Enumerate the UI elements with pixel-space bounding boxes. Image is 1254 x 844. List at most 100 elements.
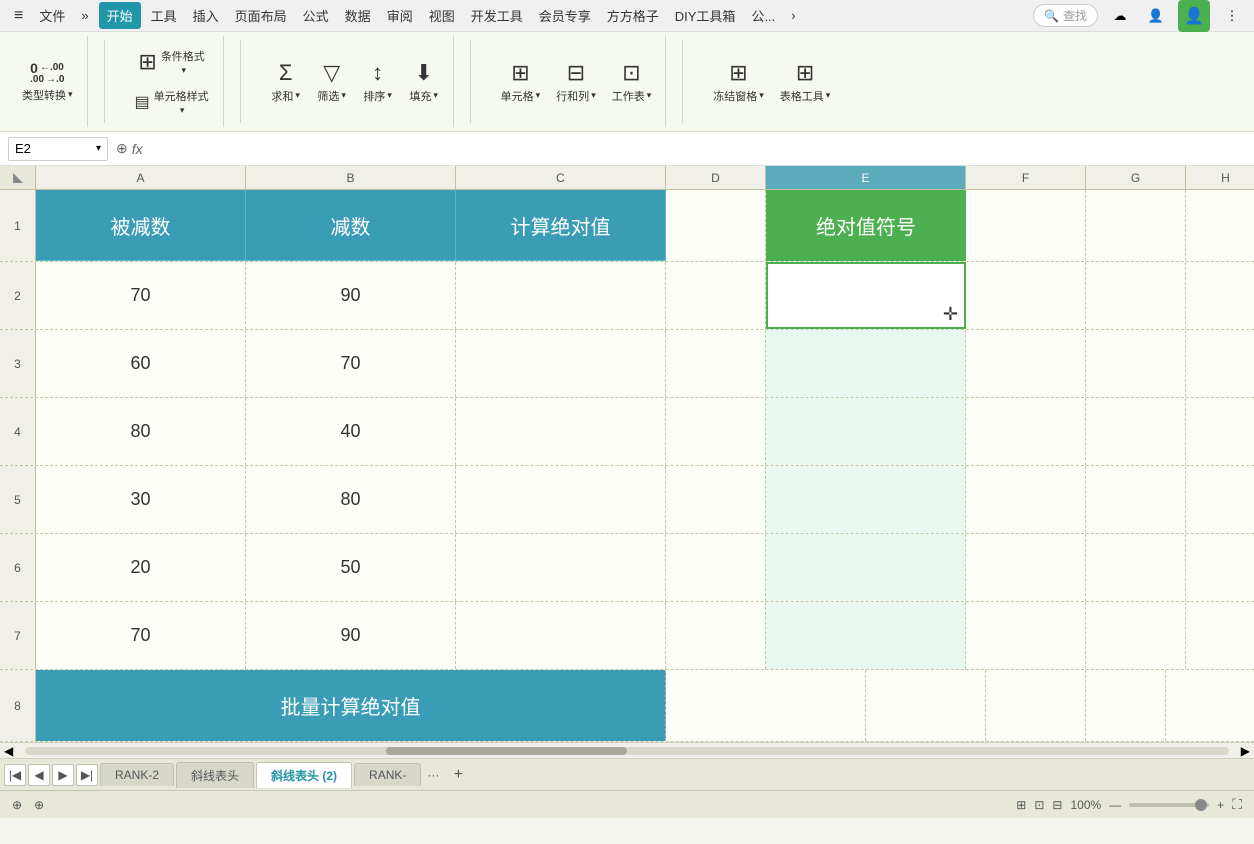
worksheet-btn[interactable]: ⊡ 工作表 ▾ <box>606 56 658 108</box>
cell-g5[interactable] <box>1086 466 1186 533</box>
cell-a6[interactable]: 20 <box>36 534 246 601</box>
cell-d5[interactable] <box>666 466 766 533</box>
cell-b6[interactable]: 50 <box>246 534 456 601</box>
cell-c2[interactable] <box>456 262 666 329</box>
cell-d7[interactable] <box>666 602 766 669</box>
tab-diagonal-header-2[interactable]: 斜线表头 (2) <box>256 762 352 788</box>
cell-e7[interactable] <box>766 602 966 669</box>
row-num-5[interactable]: 5 <box>0 466 36 533</box>
diy-menu[interactable]: DIY工具箱 <box>669 2 742 29</box>
status-page-icon[interactable]: ⊕ <box>12 798 22 812</box>
rowcol-btn[interactable]: ⊟ 行和列 ▾ <box>550 56 602 108</box>
cell-name-box[interactable]: E2 ▾ <box>8 137 108 161</box>
cell-f2[interactable] <box>966 262 1086 329</box>
formula-menu[interactable]: 公式 <box>297 2 335 29</box>
cell-g2[interactable] <box>1086 262 1186 329</box>
fangfangezi-menu[interactable]: 方方格子 <box>601 2 665 29</box>
cell-a8[interactable]: 批量计算绝对值 <box>36 670 666 741</box>
row-num-8[interactable]: 8 <box>0 670 36 741</box>
cell-f1[interactable] <box>966 190 1086 261</box>
add-sheet-btn[interactable]: + <box>447 764 469 786</box>
cell-a2[interactable]: 70 <box>36 262 246 329</box>
cell-g6[interactable] <box>1086 534 1186 601</box>
horizontal-scrollbar[interactable]: ◀ ▶ <box>0 742 1254 758</box>
row-num-1[interactable]: 1 <box>0 190 36 261</box>
vip-menu[interactable]: 会员专享 <box>533 2 597 29</box>
cell-d4[interactable] <box>666 398 766 465</box>
cell-e8[interactable] <box>666 670 866 741</box>
tab-rank2[interactable]: RANK-2 <box>100 763 174 786</box>
cell-h3[interactable] <box>1186 330 1254 397</box>
cell-e6[interactable] <box>766 534 966 601</box>
filter-btn[interactable]: ▽ 筛选 ▾ <box>311 56 353 108</box>
dev-tools-menu[interactable]: 开发工具 <box>465 2 529 29</box>
cell-a5[interactable]: 30 <box>36 466 246 533</box>
more-options-btn[interactable]: ⋮ <box>1218 2 1246 30</box>
cell-f6[interactable] <box>966 534 1086 601</box>
page-break-icon[interactable]: ⊡ <box>1034 798 1044 812</box>
normal-view-icon[interactable]: ⊞ <box>1016 798 1026 812</box>
row-num-3[interactable]: 3 <box>0 330 36 397</box>
fullscreen-icon[interactable]: ⛶ <box>1232 796 1242 813</box>
insert-menu[interactable]: 插入 <box>187 2 225 29</box>
cell-f7[interactable] <box>966 602 1086 669</box>
row-num-2[interactable]: 2 <box>0 262 36 329</box>
more-menu[interactable]: 公... <box>745 2 781 29</box>
cell-c3[interactable] <box>456 330 666 397</box>
col-header-b[interactable]: B <box>246 166 456 189</box>
cell-h5[interactable] <box>1186 466 1254 533</box>
cell-c5[interactable] <box>456 466 666 533</box>
formula-input[interactable] <box>151 137 1246 161</box>
zoom-slider[interactable] <box>1129 803 1209 807</box>
cell-c4[interactable] <box>456 398 666 465</box>
tab-ellipsis[interactable]: ··· <box>423 768 443 782</box>
cell-c1[interactable]: 计算绝对值 <box>456 190 666 261</box>
cell-g4[interactable] <box>1086 398 1186 465</box>
cell-a1[interactable]: 被减数 <box>36 190 246 261</box>
cell-h1[interactable] <box>1186 190 1254 261</box>
scroll-left-btn[interactable]: ◀ <box>4 744 13 758</box>
cell-f3[interactable] <box>966 330 1086 397</box>
col-header-d[interactable]: D <box>666 166 766 189</box>
expand-icon[interactable]: » <box>75 4 94 27</box>
cell-style-btn[interactable]: ▤ 单元格样式 ▾ <box>129 84 215 120</box>
tab-first-btn[interactable]: |◀ <box>4 764 26 786</box>
col-header-h[interactable]: H <box>1186 166 1254 189</box>
cell-b3[interactable]: 70 <box>246 330 456 397</box>
cell-e1[interactable]: 绝对值符号 <box>766 190 966 261</box>
zoom-plus-btn[interactable]: + <box>1217 798 1224 812</box>
data-menu[interactable]: 数据 <box>339 2 377 29</box>
cell-b4[interactable]: 40 <box>246 398 456 465</box>
profile-icon-btn[interactable]: 👤 <box>1178 0 1210 32</box>
sort-btn[interactable]: ↕ 排序 ▾ <box>357 56 399 108</box>
table-tools-btn[interactable]: ⊞ 表格工具 ▾ <box>774 56 837 108</box>
zoom-minus-btn[interactable]: — <box>1109 798 1121 812</box>
cell-e5[interactable] <box>766 466 966 533</box>
tab-rank[interactable]: RANK- <box>354 763 421 786</box>
col-header-f[interactable]: F <box>966 166 1086 189</box>
cell-g1[interactable] <box>1086 190 1186 261</box>
search-box[interactable]: 🔍 查找 <box>1033 4 1098 27</box>
fill-btn[interactable]: ⬇ 填充 ▾ <box>403 56 445 108</box>
row-num-6[interactable]: 6 <box>0 534 36 601</box>
scrollbar-track[interactable] <box>25 747 1229 755</box>
tab-last-btn[interactable]: ▶| <box>76 764 98 786</box>
tab-next-btn[interactable]: ▶ <box>52 764 74 786</box>
cell-f8[interactable] <box>866 670 986 741</box>
cell-d1[interactable] <box>666 190 766 261</box>
cell-h7[interactable] <box>1186 602 1254 669</box>
col-header-c[interactable]: C <box>456 166 666 189</box>
cell-a7[interactable]: 70 <box>36 602 246 669</box>
tab-prev-btn[interactable]: ◀ <box>28 764 50 786</box>
col-header-a[interactable]: A <box>36 166 246 189</box>
freeze-btn[interactable]: ⊞ 冻结窗格 ▾ <box>707 56 770 108</box>
page-layout-menu[interactable]: 页面布局 <box>229 2 293 29</box>
sum-btn[interactable]: Σ 求和 ▾ <box>265 56 307 108</box>
cell-b5[interactable]: 80 <box>246 466 456 533</box>
cell-d6[interactable] <box>666 534 766 601</box>
cell-b2[interactable]: 90 <box>246 262 456 329</box>
review-menu[interactable]: 审阅 <box>381 2 419 29</box>
cell-f5[interactable] <box>966 466 1086 533</box>
user-icon-btn[interactable]: 👤 <box>1142 2 1170 30</box>
cell-a3[interactable]: 60 <box>36 330 246 397</box>
